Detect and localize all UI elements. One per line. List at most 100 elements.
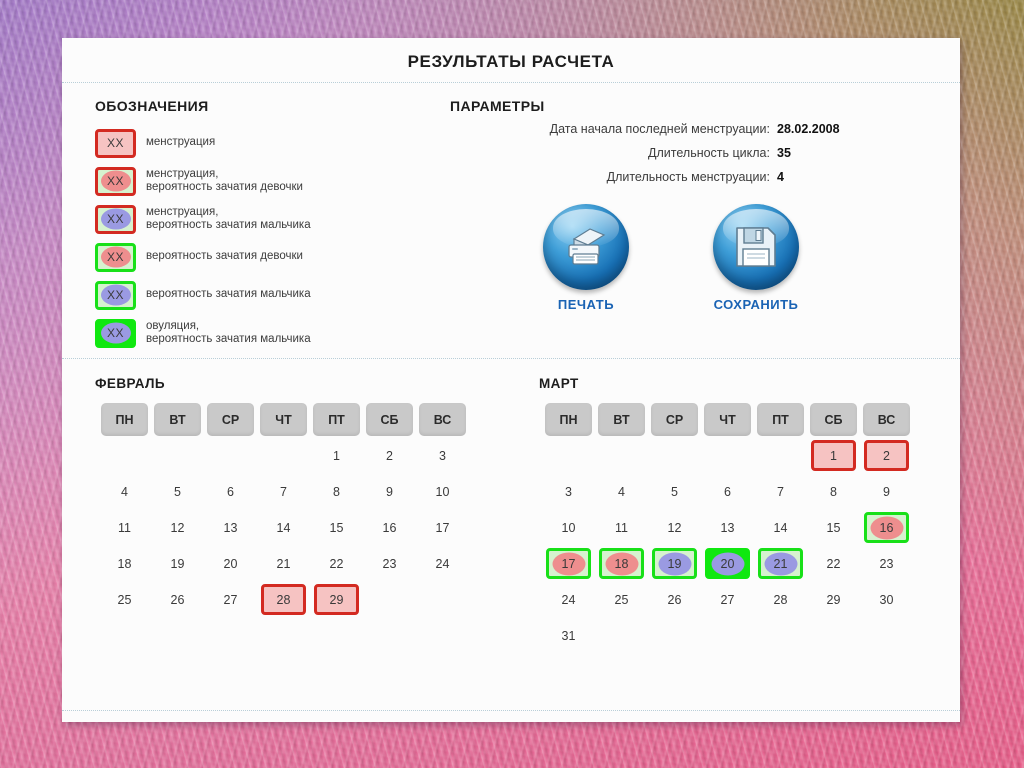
calendar-day-marker: 1 xyxy=(314,440,359,471)
calendar-day-cell[interactable]: 10 xyxy=(419,475,466,508)
calendar-day-cell[interactable]: 19 xyxy=(651,547,698,580)
calendar-day-cell[interactable]: 2 xyxy=(366,439,413,472)
calendar-day-number: 20 xyxy=(223,556,238,571)
calendar-day-cell[interactable]: 11 xyxy=(101,511,148,544)
calendar-day-cell[interactable]: 25 xyxy=(598,583,645,616)
print-button-orb xyxy=(543,204,629,290)
calendar-day-cell[interactable]: 16 xyxy=(366,511,413,544)
calendar-day-cell[interactable]: 13 xyxy=(704,511,751,544)
calendar-empty-cell xyxy=(757,619,804,652)
calendar-day-marker: 24 xyxy=(546,584,591,615)
save-button[interactable]: СОХРАНИТЬ xyxy=(702,204,810,312)
calendar-day-cell[interactable]: 29 xyxy=(810,583,857,616)
calendar-day-cell[interactable]: 5 xyxy=(651,475,698,508)
calendar-day-cell[interactable]: 18 xyxy=(101,547,148,580)
calendar-month-name: ФЕВРАЛЬ xyxy=(95,376,165,391)
calendar-day-cell[interactable]: 28 xyxy=(260,583,307,616)
calendar-day-cell[interactable]: 15 xyxy=(810,511,857,544)
calendar-day-cell[interactable]: 3 xyxy=(419,439,466,472)
calendar-week-row: 31 xyxy=(545,619,910,652)
calendar-day-marker: 8 xyxy=(811,476,856,507)
calendar-day-cell[interactable]: 23 xyxy=(366,547,413,580)
calendar-day-cell[interactable]: 9 xyxy=(366,475,413,508)
legend-swatch-text: XX xyxy=(106,326,124,340)
calendar-day-cell[interactable]: 17 xyxy=(419,511,466,544)
calendar-day-cell[interactable]: 24 xyxy=(419,547,466,580)
calendar-day-cell[interactable]: 17 xyxy=(545,547,592,580)
calendar-day-cell[interactable]: 15 xyxy=(313,511,360,544)
calendar-day-cell[interactable]: 1 xyxy=(810,439,857,472)
calendar-day-marker: 2 xyxy=(864,440,909,471)
calendar-day-cell[interactable]: 21 xyxy=(260,547,307,580)
calendar-day-cell[interactable]: 22 xyxy=(810,547,857,580)
print-button[interactable]: ПЕЧАТЬ xyxy=(532,204,640,312)
calendar-day-cell[interactable]: 12 xyxy=(651,511,698,544)
calendar-day-cell[interactable]: 29 xyxy=(313,583,360,616)
calendar-day-cell[interactable]: 6 xyxy=(704,475,751,508)
calendar-day-cell[interactable]: 14 xyxy=(260,511,307,544)
weekday-header-cell: ПТ xyxy=(313,403,360,436)
results-card: РЕЗУЛЬТАТЫ РАСЧЕТА ОБОЗНАЧЕНИЯ XX менстру… xyxy=(62,38,960,722)
calendar-day-cell[interactable]: 14 xyxy=(757,511,804,544)
calendar-day-cell[interactable]: 31 xyxy=(545,619,592,652)
calendar-day-cell[interactable]: 11 xyxy=(598,511,645,544)
calendar-day-cell[interactable]: 18 xyxy=(598,547,645,580)
calendar-day-cell[interactable]: 20 xyxy=(704,547,751,580)
calendar-day-cell[interactable]: 21 xyxy=(757,547,804,580)
calendar-day-cell[interactable]: 8 xyxy=(810,475,857,508)
legend-item: XX вероятность зачатия мальчика xyxy=(95,276,442,314)
calendar-day-cell[interactable]: 26 xyxy=(651,583,698,616)
calendar-day-cell[interactable]: 3 xyxy=(545,475,592,508)
calendar-day-marker: 26 xyxy=(652,584,697,615)
calendar-day-cell[interactable]: 4 xyxy=(598,475,645,508)
calendar-grid: ПН ВТ СР ЧТ ПТ СБ ВС 1 2 3 4 5 6 7 8 9 10 11 12 13 14 15 16 17 1… xyxy=(95,400,472,619)
calendar-day-cell[interactable]: 20 xyxy=(207,547,254,580)
calendar-day-cell[interactable]: 30 xyxy=(863,583,910,616)
calendar-day-cell[interactable]: 9 xyxy=(863,475,910,508)
calendar-day-cell[interactable]: 5 xyxy=(154,475,201,508)
calendar-day-cell[interactable]: 6 xyxy=(207,475,254,508)
calendar-empty-cell xyxy=(651,619,698,652)
print-button-label: ПЕЧАТЬ xyxy=(557,297,615,312)
calendar-day-marker: 25 xyxy=(102,584,147,615)
calendar-day-cell[interactable]: 22 xyxy=(313,547,360,580)
legend-swatch: XX xyxy=(95,318,136,348)
calendar-empty-cell xyxy=(260,439,307,472)
calendar-day-number: 20 xyxy=(720,556,735,571)
calendar-day-cell[interactable]: 1 xyxy=(313,439,360,472)
calendar-day-cell[interactable]: 27 xyxy=(207,583,254,616)
calendar-day-number: 23 xyxy=(879,556,894,571)
action-buttons: ПЕЧАТЬ СОХРАНИТЬ xyxy=(450,186,960,312)
calendar-day-cell[interactable]: 25 xyxy=(101,583,148,616)
calendar-day-cell[interactable]: 7 xyxy=(260,475,307,508)
calendar-day-marker: 31 xyxy=(546,620,591,651)
calendar-day-marker: 22 xyxy=(811,548,856,579)
parameter-label: Длительность цикла: xyxy=(648,146,770,160)
calendar-day-number: 18 xyxy=(614,556,629,571)
legend-swatch: XX xyxy=(95,242,136,272)
calendar-day-cell[interactable]: 28 xyxy=(757,583,804,616)
calendar-day-cell[interactable]: 16 xyxy=(863,511,910,544)
calendar-day-cell[interactable]: 19 xyxy=(154,547,201,580)
calendar-day-cell[interactable]: 27 xyxy=(704,583,751,616)
calendar-day-marker: 10 xyxy=(546,512,591,543)
parameter-label: Длительность менструации: xyxy=(606,170,770,184)
calendar-day-cell[interactable]: 2 xyxy=(863,439,910,472)
calendar-day-number: 11 xyxy=(615,520,628,535)
calendar-day-cell[interactable]: 12 xyxy=(154,511,201,544)
legend-swatch-text: XX xyxy=(106,250,124,264)
calendar-day-cell[interactable]: 10 xyxy=(545,511,592,544)
legend-item: XX овуляция, вероятность зачатия мальчика xyxy=(95,314,442,352)
calendar-day-cell[interactable]: 24 xyxy=(545,583,592,616)
calendar-day-cell[interactable]: 4 xyxy=(101,475,148,508)
calendar-day-number: 31 xyxy=(561,628,576,643)
calendar-day-cell[interactable]: 8 xyxy=(313,475,360,508)
calendar-day-number: 19 xyxy=(170,556,185,571)
calendar-day-cell[interactable]: 23 xyxy=(863,547,910,580)
calendar-day-cell[interactable]: 13 xyxy=(207,511,254,544)
parameter-row: Дата начала последней менструации: 28.02.… xyxy=(450,121,865,138)
calendar-day-marker: 19 xyxy=(155,548,200,579)
calendar-day-cell[interactable]: 26 xyxy=(154,583,201,616)
calendar-day-number: 23 xyxy=(382,556,397,571)
calendar-day-cell[interactable]: 7 xyxy=(757,475,804,508)
